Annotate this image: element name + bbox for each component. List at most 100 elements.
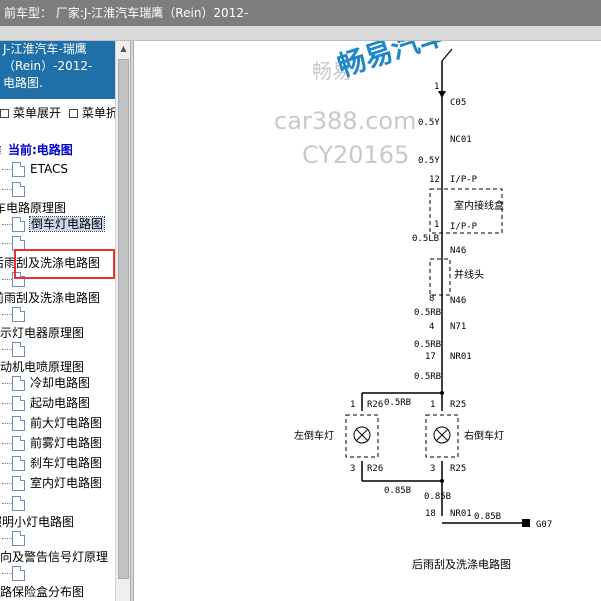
connector-label: G07 bbox=[536, 520, 552, 530]
left-lamp-outline bbox=[345, 414, 379, 458]
document-icon bbox=[12, 307, 25, 322]
connector-label: N46 bbox=[450, 246, 466, 256]
connector-label: R25 bbox=[450, 400, 466, 410]
document-icon bbox=[12, 496, 25, 511]
document-icon bbox=[12, 476, 25, 491]
connector-label: N46 bbox=[450, 296, 466, 306]
connector-label: NR01 bbox=[450, 509, 472, 519]
tree-item[interactable]: 冷却电路图 bbox=[2, 375, 90, 391]
wire-label: 0.5Y bbox=[418, 118, 440, 128]
document-icon bbox=[12, 436, 25, 451]
document-icon bbox=[12, 342, 25, 357]
pin-label: 1 bbox=[430, 400, 435, 410]
joint-outline bbox=[429, 258, 451, 296]
current-section: 当前:电路图 bbox=[0, 141, 73, 158]
tree-item[interactable] bbox=[2, 530, 30, 546]
document-icon bbox=[12, 566, 25, 581]
left-lamp-label: 左倒车灯 bbox=[294, 429, 334, 442]
document-icon bbox=[12, 162, 25, 177]
document-icon bbox=[12, 182, 25, 197]
tree-item[interactable]: 室内灯电路图 bbox=[2, 475, 102, 491]
tree-item[interactable]: 发动机电喷原理图 bbox=[0, 359, 84, 375]
tree-item[interactable]: 前雨刮及洗涤电路图 bbox=[0, 290, 100, 306]
tree-item[interactable]: 前大灯电路图 bbox=[2, 415, 102, 431]
wire-label: 0.5RB bbox=[414, 308, 441, 318]
tree-item[interactable]: 电路保险盒分布图 bbox=[0, 584, 84, 600]
title-bar: 前车型： 厂家:J-江淮汽车瑞鹰（Rein）2012- bbox=[0, 0, 601, 26]
watermark: car388.com bbox=[274, 107, 417, 135]
ground-terminal-icon bbox=[522, 519, 530, 527]
tree-item[interactable]: 刹车灯电路图 bbox=[2, 455, 102, 471]
tree-item[interactable] bbox=[2, 565, 30, 581]
document-icon bbox=[12, 416, 25, 431]
tree-item[interactable] bbox=[2, 341, 30, 357]
scrollbar-thumb[interactable] bbox=[118, 59, 129, 579]
connector-label: NC01 bbox=[450, 135, 472, 145]
pin-label: 3 bbox=[430, 464, 435, 474]
toolbar-strip bbox=[0, 26, 601, 41]
document-icon bbox=[12, 531, 25, 546]
wire-label: 0.5Y bbox=[418, 156, 440, 166]
wire-label: 0.5RB bbox=[414, 340, 441, 350]
connector-label: C05 bbox=[450, 98, 466, 108]
wire-label: 0.5RB bbox=[414, 372, 441, 382]
tree-item[interactable]: ETACS bbox=[2, 161, 68, 177]
sidebar-header: J-江淮汽车-瑞鹰 （Rein）-2012- 电路图. bbox=[0, 41, 119, 99]
highlight-box bbox=[14, 249, 115, 279]
tree-item[interactable]: 转向及警告信号灯原理 bbox=[0, 549, 108, 565]
pin-label: 1 bbox=[350, 400, 355, 410]
current-section-label[interactable]: 当前:电路图 bbox=[8, 143, 73, 157]
pin-label: 1 bbox=[434, 82, 439, 92]
scroll-up-icon[interactable]: ▲ bbox=[116, 41, 131, 56]
sidebar: J-江淮汽车-瑞鹰 （Rein）-2012- 电路图. 菜单展开 菜单折 当前:… bbox=[0, 41, 130, 601]
tree-connector bbox=[0, 146, 4, 154]
document-icon bbox=[12, 217, 25, 232]
tree-item-selected[interactable]: 倒车灯电路图 bbox=[2, 216, 106, 232]
sidebar-header-line3: 电路图. bbox=[3, 76, 43, 90]
diagram-caption: 后雨刮及洗涤电路图 bbox=[412, 558, 511, 571]
collapse-box-icon bbox=[68, 109, 78, 118]
window-title: 前车型： 厂家:J-江淮汽车瑞鹰（Rein）2012- bbox=[4, 6, 249, 20]
tree-item[interactable] bbox=[2, 181, 30, 197]
connector-label: I/P-P bbox=[450, 175, 478, 185]
tree-item[interactable] bbox=[2, 306, 30, 322]
wire-label: 0.5RB bbox=[384, 398, 411, 408]
tree-item[interactable]: 指示灯电器原理图 bbox=[0, 325, 84, 341]
connector-label: R26 bbox=[367, 400, 383, 410]
connector-label: NR01 bbox=[450, 352, 472, 362]
tree-item[interactable]: 照明小灯电路图 bbox=[0, 514, 74, 530]
sidebar-scrollbar[interactable]: ▲ bbox=[115, 41, 131, 601]
pin-label: 18 bbox=[425, 509, 436, 519]
pin-label: 1 bbox=[434, 220, 439, 230]
pin-label: 8 bbox=[429, 294, 434, 304]
tree-item[interactable]: 前雾灯电路图 bbox=[2, 435, 102, 451]
wire-label: 0.85B bbox=[424, 492, 451, 502]
tree-item[interactable]: 起动电路图 bbox=[2, 395, 90, 411]
expand-box-icon bbox=[0, 109, 9, 118]
fuse-box-label: 室内接线盒 bbox=[454, 199, 504, 212]
pin-label: 3 bbox=[350, 464, 355, 474]
document-icon bbox=[12, 456, 25, 471]
tree-item[interactable]: 车电路原理图 bbox=[0, 200, 66, 216]
pin-arrow-icon bbox=[438, 91, 446, 98]
wire-label: 0.5LB bbox=[412, 234, 439, 244]
right-lamp-label: 右倒车灯 bbox=[464, 429, 504, 442]
connector-label: I/P-P bbox=[450, 222, 478, 232]
pin-label: 17 bbox=[425, 352, 436, 362]
sidebar-header-line2: （Rein）-2012- bbox=[3, 59, 93, 73]
right-lamp-outline bbox=[425, 414, 459, 458]
pin-label: 4 bbox=[429, 322, 434, 332]
collapse-menu-button[interactable]: 菜单折 bbox=[82, 106, 118, 120]
document-icon bbox=[12, 376, 25, 391]
connector-label: N71 bbox=[450, 322, 466, 332]
pin-label: 12 bbox=[429, 175, 440, 185]
connector-label: R26 bbox=[367, 464, 383, 474]
tree-item[interactable] bbox=[2, 495, 30, 511]
wire-label: 0.85B bbox=[384, 486, 411, 496]
document-icon bbox=[12, 396, 25, 411]
wire-label: 0.85B bbox=[474, 512, 501, 522]
diagram-panel: 1 C05 0.5Y NC01 0.5Y 12 I/P-P 室内接线盒 1 I/… bbox=[134, 41, 601, 601]
menu-toggle-row: 菜单展开 菜单折 bbox=[0, 104, 122, 121]
connector-label: R25 bbox=[450, 464, 466, 474]
expand-menu-button[interactable]: 菜单展开 bbox=[13, 106, 61, 120]
